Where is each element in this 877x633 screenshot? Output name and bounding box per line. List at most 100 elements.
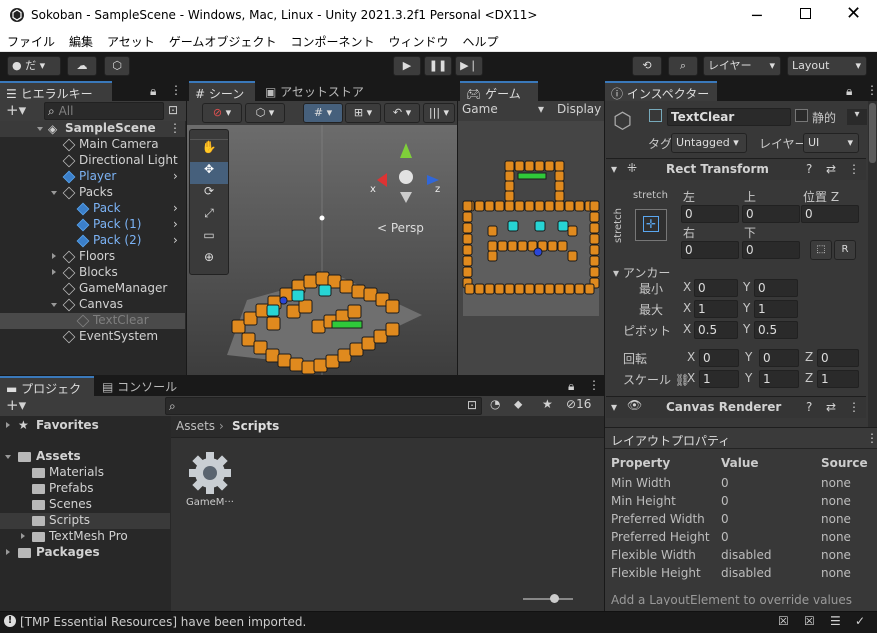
max-y-field[interactable]: 1 (754, 300, 798, 318)
layout-dropdown[interactable]: Layout ▾ (787, 56, 867, 76)
list-item[interactable]: GameManager (0, 281, 185, 297)
hidden-packages-button[interactable]: ⊘16 (566, 397, 591, 411)
display-type-dropdown[interactable]: Game ▾ (462, 102, 548, 120)
transform-tool[interactable]: ⊕ (190, 250, 228, 272)
status-message[interactable]: [TMP Essential Resources] have been impo… (20, 615, 306, 629)
help-icon[interactable]: ? (806, 162, 812, 176)
menu-help[interactable]: ヘルプ (455, 31, 505, 50)
tab-console[interactable]: ▤ コンソール (96, 376, 186, 396)
list-item[interactable]: Pack (1) › (0, 217, 185, 233)
tree-item-assets[interactable]: Assets (0, 449, 170, 465)
cloud-button[interactable]: ☁ (67, 56, 97, 76)
menu-edit[interactable]: 編集 (62, 31, 100, 50)
rect-tool[interactable]: ▭ (190, 228, 228, 250)
scale-x-field[interactable]: 1 (699, 370, 739, 388)
list-item[interactable]: Floors (0, 249, 185, 265)
tree-item-textmeshpro[interactable]: TextMesh Pro (0, 529, 170, 545)
max-x-field[interactable]: 1 (694, 300, 738, 318)
tab-asset-store[interactable]: ▣ アセットストア (259, 81, 379, 101)
more-icon[interactable]: ⋮ (848, 400, 860, 414)
undo-history-button[interactable]: ⟲ (632, 56, 662, 76)
search-button[interactable]: ⌕ (668, 56, 698, 76)
preset-icon[interactable]: ⇄ (826, 400, 836, 414)
list-item[interactable]: Main Camera (0, 137, 185, 153)
list-item[interactable]: Blocks (0, 265, 185, 281)
gizmo-dropdown[interactable]: ||| ▾ (423, 103, 455, 123)
more-icon[interactable]: ⋮ (866, 83, 877, 97)
add-button[interactable]: +▾ (6, 101, 26, 119)
list-item-selected[interactable]: TextClear (0, 313, 185, 329)
draw-mode-dropdown[interactable]: ⊘ ▾ (202, 103, 242, 123)
minimize-button[interactable]: ─ (752, 6, 762, 25)
list-item[interactable]: EventSystem (0, 329, 185, 345)
bottom-field[interactable]: 0 (742, 241, 800, 259)
left-field[interactable]: 0 (681, 205, 739, 223)
step-button[interactable]: ▶❘ (455, 56, 483, 76)
active-checkbox[interactable] (649, 109, 662, 122)
more-icon[interactable]: ⋮ (588, 378, 600, 392)
move-tool[interactable]: ✥ (190, 162, 228, 184)
more-icon[interactable]: ⋮ (169, 121, 181, 135)
scale-tool[interactable]: ⤢ (190, 206, 228, 228)
blueprint-button[interactable]: ⬚ (810, 240, 832, 260)
static-checkbox[interactable] (795, 109, 808, 122)
snap-dropdown[interactable]: ⊞ ▾ (345, 103, 381, 123)
layout-properties-header[interactable]: レイアウトプロパティ ⋮ (605, 427, 877, 449)
object-name-field[interactable]: TextClear (667, 108, 791, 126)
create-button[interactable]: +▾ (6, 396, 26, 414)
close-button[interactable]: ✕ (846, 3, 861, 24)
tab-project[interactable]: ▬ プロジェクト (0, 376, 94, 413)
inspector-scrollbar[interactable] (868, 101, 877, 427)
hand-tool[interactable]: ✋ (190, 140, 228, 162)
more-icon[interactable]: ⋮ (848, 162, 860, 176)
list-item[interactable]: Directional Light (0, 153, 185, 169)
project-search-input[interactable]: ⌕ (165, 397, 482, 415)
layers-dropdown[interactable]: レイヤー ▾ (703, 56, 781, 76)
static-dropdown[interactable]: ▾ (847, 109, 867, 125)
breadcrumb-scripts[interactable]: Scripts (232, 419, 279, 433)
menu-assets[interactable]: アセット (100, 31, 162, 50)
list-item[interactable]: Pack (2) › (0, 233, 185, 249)
more-icon[interactable]: ⋮ (170, 83, 182, 97)
cache-icon[interactable]: ☒ (804, 614, 815, 628)
chevron-right-icon[interactable]: › (173, 201, 178, 215)
grid-snap-dropdown[interactable]: # ▾ (303, 103, 343, 123)
tab-hierarchy[interactable]: ☰ ヒエラルキー (0, 81, 112, 101)
preset-icon[interactable]: ⇄ (826, 162, 836, 176)
maximize-button[interactable] (800, 8, 811, 19)
more-icon[interactable]: ⋮ (866, 431, 877, 445)
game-viewport[interactable] (458, 121, 604, 375)
pivot-x-field[interactable]: 0.5 (694, 321, 738, 339)
tag-dropdown[interactable]: Untagged ▾ (671, 133, 747, 153)
right-field[interactable]: 0 (681, 241, 739, 259)
list-item[interactable]: Player › (0, 169, 185, 185)
min-y-field[interactable]: 0 (754, 279, 798, 297)
layer-dropdown[interactable]: UI ▾ (803, 133, 859, 153)
tree-item-packages[interactable]: Packages (0, 545, 170, 561)
favorite-star-icon[interactable]: ★ (542, 397, 553, 411)
scale-z-field[interactable]: 1 (817, 370, 859, 388)
scale-y-field[interactable]: 1 (759, 370, 799, 388)
anchor-presets-button[interactable]: ✛ (635, 209, 667, 241)
rotate-tool[interactable]: ⟳ (190, 184, 228, 206)
display-dropdown[interactable]: Display (557, 102, 601, 116)
raw-edit-button[interactable]: R (834, 240, 856, 260)
hierarchy-search-input[interactable]: ⌕ All (44, 102, 164, 120)
list-item[interactable]: Packs (0, 185, 185, 201)
tree-item-materials[interactable]: Materials (0, 465, 170, 481)
lock-icon[interactable]: 🔒︎ (568, 379, 574, 394)
asset-tile[interactable]: GameM··· (185, 450, 235, 510)
min-x-field[interactable]: 0 (694, 279, 738, 297)
tab-scene[interactable]: # シーン (189, 81, 255, 101)
list-item[interactable]: Pack › (0, 201, 185, 217)
icon-size-slider-thumb[interactable] (550, 594, 559, 603)
debug-icon[interactable]: ☒ (778, 614, 789, 628)
menu-window[interactable]: ウィンドウ (381, 31, 455, 50)
rot-x-field[interactable]: 0 (699, 349, 739, 367)
list-item[interactable]: Canvas (0, 297, 185, 313)
projection-label[interactable]: < Persp (377, 221, 424, 235)
filter-type-icon[interactable]: ◔ (490, 397, 500, 411)
drag-handle[interactable] (190, 130, 228, 140)
canvas-renderer-header[interactable]: ▾ 👁︎ Canvas Renderer ? ⇄ ⋮ (606, 396, 866, 418)
tree-item-scenes[interactable]: Scenes (0, 497, 170, 513)
